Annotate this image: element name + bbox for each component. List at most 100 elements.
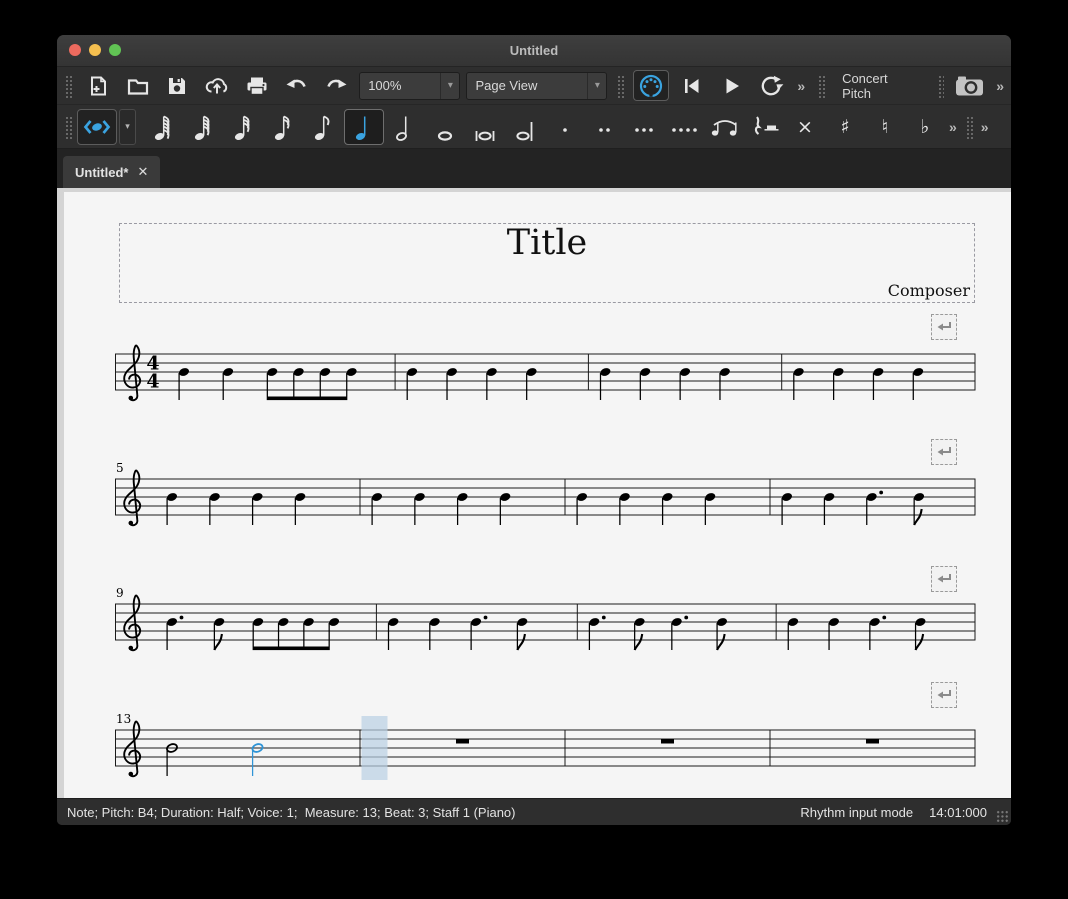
toolbar-drag-handle[interactable]	[965, 115, 973, 139]
note-input-mode-button[interactable]	[77, 109, 117, 145]
toolbar-overflow-chevron-icon[interactable]: »	[978, 119, 992, 135]
note-half-icon	[394, 113, 416, 141]
open-file-icon	[126, 74, 150, 98]
augmentation-dot-1-button[interactable]	[546, 110, 584, 144]
title-frame[interactable]: Title Composer	[119, 223, 975, 303]
note-input-dropdown[interactable]: ▾	[119, 109, 136, 145]
status-note-info: Note; Pitch: B4; Duration: Half; Voice: …	[67, 805, 800, 820]
midi-input-icon	[638, 73, 664, 99]
note-longa-button[interactable]	[506, 110, 544, 144]
system-break-marker[interactable]	[931, 682, 957, 708]
chevron-down-icon[interactable]: ▾	[587, 73, 606, 99]
save-button[interactable]	[160, 71, 194, 100]
print-icon	[244, 74, 270, 98]
rest-button[interactable]	[746, 110, 784, 144]
toolbar-drag-handle[interactable]	[64, 115, 72, 139]
system-break-marker[interactable]	[931, 314, 957, 340]
tie-button[interactable]	[706, 110, 744, 144]
staff-system-3[interactable]: 9	[115, 588, 977, 658]
cloud-upload-icon	[204, 74, 230, 98]
note-16th-button[interactable]	[264, 110, 302, 144]
flat-button[interactable]: ♭	[906, 110, 944, 144]
open-file-button[interactable]	[121, 71, 155, 100]
score-canvas[interactable]: Title Composer 44 5 9 13	[57, 188, 1011, 798]
redo-button[interactable]	[319, 71, 353, 100]
rewind-button[interactable]	[675, 71, 709, 100]
score-composer-text[interactable]: Composer	[888, 281, 970, 300]
tie-icon	[708, 113, 742, 141]
staff-system-2[interactable]: 5	[115, 463, 977, 533]
svg-text:13: 13	[116, 714, 131, 726]
score-page[interactable]: Title Composer 44 5 9 13	[64, 192, 1011, 798]
resize-grip[interactable]	[996, 810, 1009, 823]
note-128th-button[interactable]	[144, 110, 182, 144]
snapshot-camera-button[interactable]	[953, 71, 987, 100]
augmentation-dot-4-button[interactable]	[666, 110, 704, 144]
note-128th-icon	[152, 113, 174, 141]
play-icon	[721, 74, 743, 98]
save-icon	[165, 74, 189, 98]
staff-system-1[interactable]: 44	[115, 338, 977, 408]
snapshot-camera-icon	[954, 74, 986, 98]
status-bar: Note; Pitch: B4; Duration: Half; Voice: …	[57, 798, 1011, 825]
note-whole-button[interactable]	[426, 110, 464, 144]
tab-bar: Untitled* ✕	[57, 149, 1011, 188]
note-breve-button[interactable]	[466, 110, 504, 144]
view-mode-select[interactable]: Page View▾	[466, 72, 607, 100]
toolbar-drag-handle[interactable]	[817, 74, 825, 98]
zoom-window-button[interactable]	[109, 44, 121, 56]
toolbar-drag-handle[interactable]	[937, 74, 945, 98]
traffic-lights	[69, 44, 121, 56]
note-32nd-icon	[232, 113, 254, 141]
redo-icon	[323, 75, 349, 97]
close-window-button[interactable]	[69, 44, 81, 56]
augmentation-dot-3-button[interactable]	[626, 110, 664, 144]
system-break-marker[interactable]	[931, 439, 957, 465]
loop-playback-button[interactable]	[755, 71, 789, 100]
double-sharp-button[interactable]: ×	[786, 110, 824, 144]
toolbar-overflow-chevron-icon[interactable]: »	[946, 119, 960, 135]
svg-text:5: 5	[116, 463, 124, 475]
chevron-down-icon[interactable]: ▾	[440, 73, 459, 99]
print-button[interactable]	[240, 71, 274, 100]
toolbar-overflow-chevron-icon[interactable]: »	[794, 78, 808, 94]
natural-icon: ♮	[882, 116, 889, 138]
augmentation-dot-4-icon	[670, 113, 700, 141]
zoom-select[interactable]: 100%▾	[359, 72, 460, 100]
status-input-mode: Rhythm input mode	[800, 805, 913, 820]
new-score-icon	[86, 74, 110, 98]
sharp-button[interactable]: ♯	[826, 110, 864, 144]
sharp-icon: ♯	[840, 116, 849, 138]
toolbar-drag-handle[interactable]	[616, 74, 624, 98]
view-mode-select-value: Page View	[467, 78, 587, 93]
title-bar[interactable]: Untitled	[57, 35, 1011, 67]
undo-button[interactable]	[280, 71, 314, 100]
toolbar-overflow-chevron-icon[interactable]: »	[993, 78, 1007, 94]
midi-input-button[interactable]	[633, 70, 669, 101]
note-8th-button[interactable]	[304, 110, 342, 144]
staff-system-4[interactable]: 13	[115, 714, 977, 784]
double-sharp-icon: ×	[797, 116, 813, 138]
note-half-button[interactable]	[386, 110, 424, 144]
rewind-icon	[680, 74, 704, 98]
concert-pitch-button[interactable]: Concert Pitch	[834, 71, 927, 101]
tab-close-icon[interactable]: ✕	[137, 164, 148, 180]
flat-icon: ♭	[921, 116, 930, 138]
note-quarter-button[interactable]	[344, 109, 384, 145]
minimize-window-button[interactable]	[89, 44, 101, 56]
play-button[interactable]	[715, 71, 749, 100]
score-title-text[interactable]: Title	[120, 223, 974, 263]
cloud-upload-button[interactable]	[200, 71, 234, 100]
augmentation-dot-2-button[interactable]	[586, 110, 624, 144]
note-whole-icon	[434, 113, 456, 141]
new-score-button[interactable]	[81, 71, 115, 100]
rest-icon	[749, 113, 781, 141]
zoom-select-value: 100%	[360, 78, 440, 93]
main-toolbar: 100%▾Page View▾»Concert Pitch»	[57, 67, 1011, 105]
window-title: Untitled	[510, 43, 558, 58]
natural-button[interactable]: ♮	[866, 110, 904, 144]
toolbar-drag-handle[interactable]	[64, 74, 72, 98]
note-32nd-button[interactable]	[224, 110, 262, 144]
tab-untitled[interactable]: Untitled* ✕	[63, 156, 160, 188]
note-64th-button[interactable]	[184, 110, 222, 144]
